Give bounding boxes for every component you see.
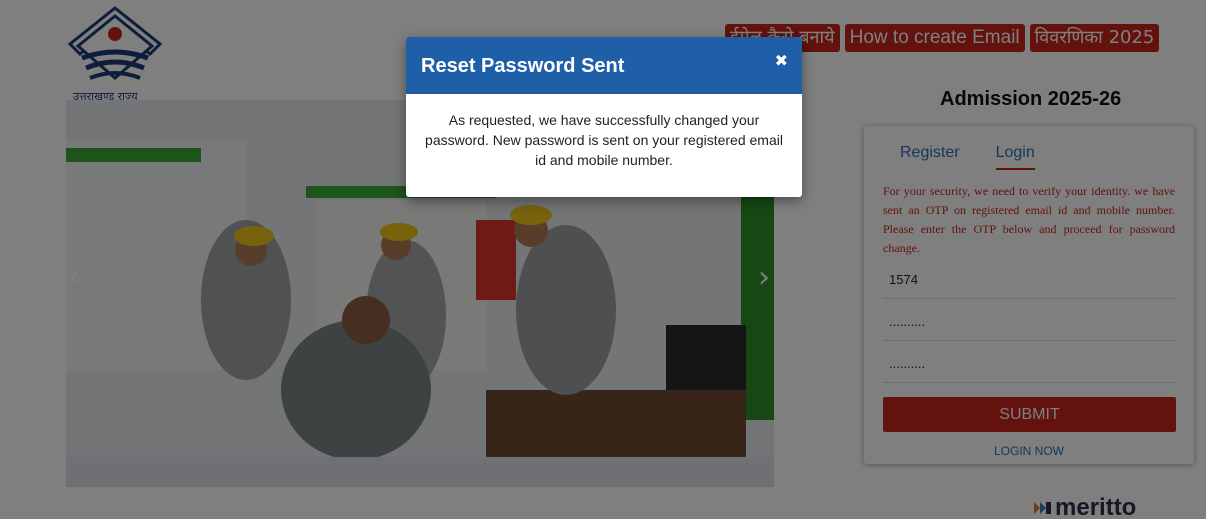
modal-header: Reset Password Sent ✖: [406, 37, 802, 94]
modal-title: Reset Password Sent: [421, 55, 625, 77]
reset-password-modal: Reset Password Sent ✖ As requested, we h…: [406, 37, 802, 197]
modal-message: As requested, we have successfully chang…: [425, 112, 783, 168]
close-icon[interactable]: ✖: [775, 51, 788, 70]
